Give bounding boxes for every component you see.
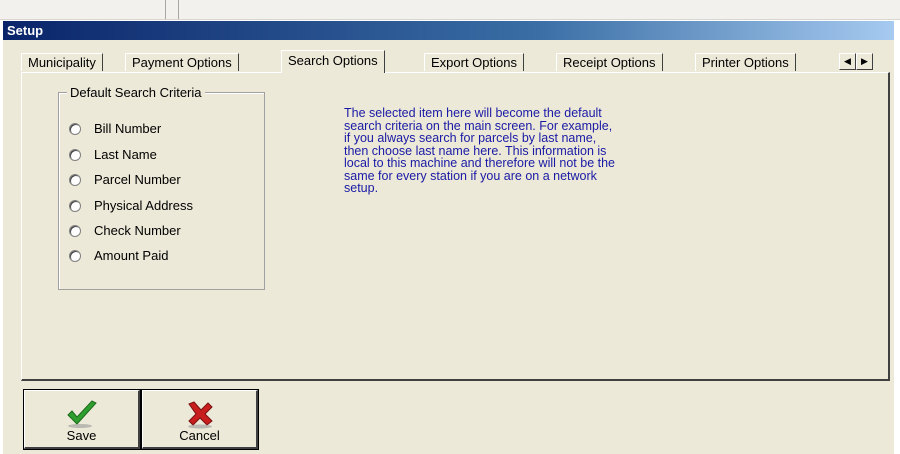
info-line: The selected item here will become the d… [344, 106, 602, 120]
top-separator [178, 0, 179, 19]
info-line: local to this machine and therefore will… [344, 156, 615, 170]
window-title: Setup [7, 23, 44, 38]
radio-label[interactable]: Amount Paid [94, 247, 168, 265]
radio-label[interactable]: Bill Number [94, 120, 161, 138]
radio-circle-icon[interactable] [69, 174, 81, 186]
info-line: same for every station if you are on a n… [344, 168, 597, 183]
radio-circle-icon[interactable] [69, 200, 81, 212]
info-line: setup. [344, 181, 379, 195]
window-titlebar[interactable]: Setup [3, 21, 894, 40]
radio-circle-icon[interactable] [69, 123, 81, 135]
radio-label[interactable]: Last Name [94, 146, 157, 164]
tab-municipality[interactable]: Municipality [21, 53, 103, 71]
arrow-left-icon: ◀ [844, 56, 851, 66]
radio-circle-icon[interactable] [69, 250, 81, 262]
save-button[interactable]: Save [23, 389, 141, 450]
top-separator [165, 0, 166, 19]
tab-scroll-left-button[interactable]: ◀ [839, 53, 856, 70]
checkmark-icon [66, 400, 97, 428]
tab-export-options[interactable]: Export Options [424, 53, 524, 71]
cancel-button[interactable]: Cancel [141, 389, 259, 450]
tab-printer-options[interactable]: Printer Options [695, 53, 796, 71]
arrow-right-icon: ▶ [861, 56, 868, 66]
tab-payment-options[interactable]: Payment Options [125, 53, 239, 71]
group-legend: Default Search Criteria [67, 85, 205, 100]
search-options-panel: Default Search Criteria Bill Number Last… [21, 72, 890, 381]
radio-circle-icon[interactable] [69, 149, 81, 161]
radio-label[interactable]: Physical Address [94, 197, 193, 215]
tab-search-options[interactable]: Search Options [281, 50, 385, 73]
radio-circle-icon[interactable] [69, 225, 81, 237]
cancel-label[interactable]: Cancel [143, 428, 256, 443]
tab-row: Municipality Payment Options Search Opti… [21, 50, 891, 73]
tab-scroll-right-button[interactable]: ▶ [856, 53, 873, 70]
radio-label[interactable]: Parcel Number [94, 171, 181, 189]
info-text: The selected item here will become the d… [344, 107, 764, 195]
default-search-criteria-group: Default Search Criteria Bill Number Last… [58, 85, 265, 290]
setup-dialog: Municipality Payment Options Search Opti… [3, 40, 894, 454]
info-line: if you always search for parcels by last… [344, 131, 597, 145]
top-strip [0, 0, 900, 20]
save-label[interactable]: Save [25, 428, 138, 443]
x-icon [187, 401, 213, 429]
tab-receipt-options[interactable]: Receipt Options [556, 53, 663, 71]
radio-label[interactable]: Check Number [94, 222, 181, 240]
